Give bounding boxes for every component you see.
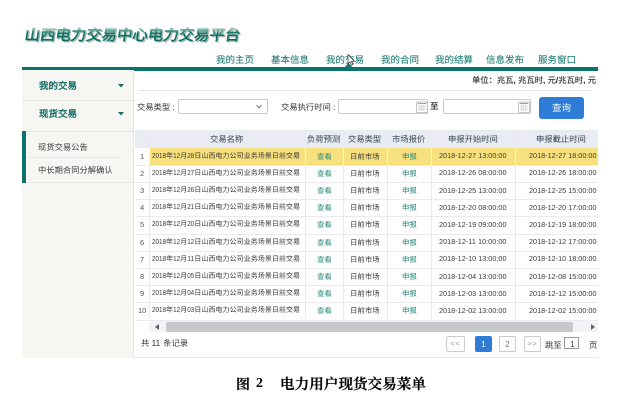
svg-text:12: 12 [173, 185, 180, 194]
svg-text:2018: 2018 [152, 168, 166, 177]
svg-text:1: 1 [140, 152, 144, 161]
svg-text:28: 28 [187, 151, 194, 160]
svg-text:8: 8 [140, 272, 144, 281]
svg-text:5: 5 [140, 220, 144, 229]
svg-text:2018-12-19 09:00:00: 2018-12-19 09:00:00 [439, 220, 507, 229]
svg-text:04: 04 [187, 288, 194, 297]
svg-text:2018-12-02 15:00:00: 2018-12-02 15:00:00 [529, 306, 597, 315]
svg-text:2018-12-27 18:00:00: 2018-12-27 18:00:00 [529, 151, 597, 160]
svg-text:03: 03 [187, 305, 194, 314]
svg-text:2018-12-03 13:00:00: 2018-12-03 13:00:00 [439, 289, 507, 298]
svg-text:2018-12-26 08:00:00: 2018-12-26 08:00:00 [439, 168, 507, 177]
svg-text:4: 4 [140, 203, 144, 212]
svg-text:9: 9 [140, 289, 144, 298]
svg-text:05: 05 [187, 271, 194, 280]
svg-text:12: 12 [173, 254, 180, 263]
svg-text:2018: 2018 [152, 185, 166, 194]
svg-text:2018: 2018 [152, 254, 166, 263]
svg-text:2018-12-08 15:00:00: 2018-12-08 15:00:00 [529, 272, 597, 281]
svg-text:2018-12-10 13:00:00: 2018-12-10 13:00:00 [439, 254, 507, 263]
svg-text:6: 6 [140, 238, 144, 247]
svg-text:7: 7 [140, 255, 144, 264]
svg-text:12: 12 [173, 151, 180, 160]
svg-text:,: , [583, 75, 588, 85]
svg-text:21: 21 [187, 202, 194, 211]
svg-text:2018: 2018 [152, 151, 166, 160]
svg-text:2018-12-19 18:00:00: 2018-12-19 18:00:00 [529, 220, 597, 229]
svg-text::: : [170, 102, 175, 112]
svg-text:2018: 2018 [152, 219, 166, 228]
svg-text:2018-12-20 17:00:00: 2018-12-20 17:00:00 [529, 203, 597, 212]
svg-text:2018: 2018 [152, 271, 166, 280]
svg-text:2018-12-20 08:00:00: 2018-12-20 08:00:00 [439, 203, 507, 212]
svg-text:2018: 2018 [152, 305, 166, 314]
svg-text:2018-12-12 15:00:00: 2018-12-12 15:00:00 [529, 289, 597, 298]
svg-text:,: , [543, 75, 548, 85]
svg-text:27: 27 [187, 168, 194, 177]
svg-text:12: 12 [173, 168, 180, 177]
svg-text:12: 12 [187, 237, 194, 246]
svg-text:2018: 2018 [152, 288, 166, 297]
svg-text:12: 12 [173, 288, 180, 297]
svg-text:12: 12 [173, 305, 180, 314]
svg-text:12: 12 [173, 202, 180, 211]
svg-text:2018: 2018 [152, 202, 166, 211]
svg-text:2018: 2018 [152, 237, 166, 246]
svg-text::: : [330, 102, 335, 112]
svg-text:2: 2 [140, 169, 144, 178]
svg-text:2018-12-25 13:00:00: 2018-12-25 13:00:00 [439, 186, 507, 195]
svg-text:2018-12-10 18:00:00: 2018-12-10 18:00:00 [529, 254, 597, 263]
svg-text:2018-12-04 13:00:00: 2018-12-04 13:00:00 [439, 272, 507, 281]
svg-text:10: 10 [138, 306, 146, 315]
svg-text:2018-12-12 17:00:00: 2018-12-12 17:00:00 [529, 237, 597, 246]
svg-text:/: / [555, 75, 558, 85]
svg-text:3: 3 [140, 186, 144, 195]
svg-text:26: 26 [187, 185, 194, 194]
svg-text:2018-12-25 15:00:00: 2018-12-25 15:00:00 [529, 186, 597, 195]
svg-text:,: , [513, 75, 518, 85]
svg-text:20: 20 [187, 219, 194, 228]
svg-text:12: 12 [173, 271, 180, 280]
svg-text:11: 11 [187, 254, 194, 263]
svg-text:12: 12 [173, 237, 180, 246]
svg-text:12: 12 [173, 219, 180, 228]
svg-text:2018-12-26 18:00:00: 2018-12-26 18:00:00 [529, 168, 597, 177]
svg-text:2018-12-02 13:00:00: 2018-12-02 13:00:00 [439, 306, 507, 315]
svg-text:11: 11 [149, 338, 162, 348]
svg-text:2018-12-27 13:00:00: 2018-12-27 13:00:00 [439, 151, 507, 160]
svg-text:2018-12-11 10:00:00: 2018-12-11 10:00:00 [439, 237, 507, 246]
